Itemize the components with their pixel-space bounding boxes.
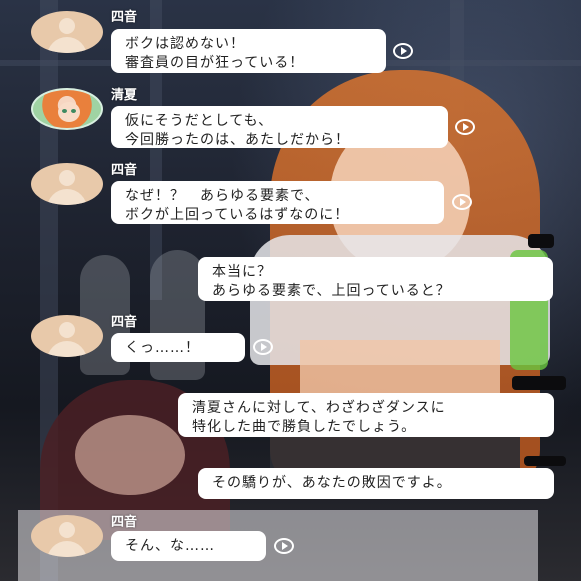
speaker-name: 四音 [111,163,138,178]
message-bubble: くっ……！ [111,333,245,362]
play-circle-icon[interactable] [455,119,475,135]
message-bubble: ボクは認めない！ 審査員の目が狂っている！ [111,29,386,73]
speaker-name: 清夏 [111,88,138,103]
placeholder-avatar-icon [31,11,103,53]
play-circle-icon[interactable] [253,339,273,355]
message-bubble: そん、な…… [111,531,266,561]
message-bubble: 仮にそうだとしても、 今回勝ったのは、あたしだから！ [111,106,448,148]
message-bubble: 本当に？ あらゆる要素で、上回っていると？ [198,257,553,301]
character-portrait [31,88,103,130]
placeholder-avatar-icon [31,515,103,557]
play-circle-icon[interactable] [452,194,472,210]
placeholder-avatar-icon [31,315,103,357]
message-bubble: なぜ！？ あらゆる要素で、 ボクが上回っているはずなのに！ [111,181,444,224]
play-circle-icon[interactable] [393,43,413,59]
speaker-name: 四音 [111,10,138,25]
play-circle-icon[interactable] [274,538,294,554]
message-bubble: その驕りが、あなたの敗因ですよ。 [198,468,554,499]
speaker-name: 四音 [111,515,138,530]
placeholder-avatar-icon [31,163,103,205]
speaker-name: 四音 [111,315,138,330]
message-bubble: 清夏さんに対して、わざわざダンスに 特化した曲で勝負したでしょう。 [178,393,554,437]
